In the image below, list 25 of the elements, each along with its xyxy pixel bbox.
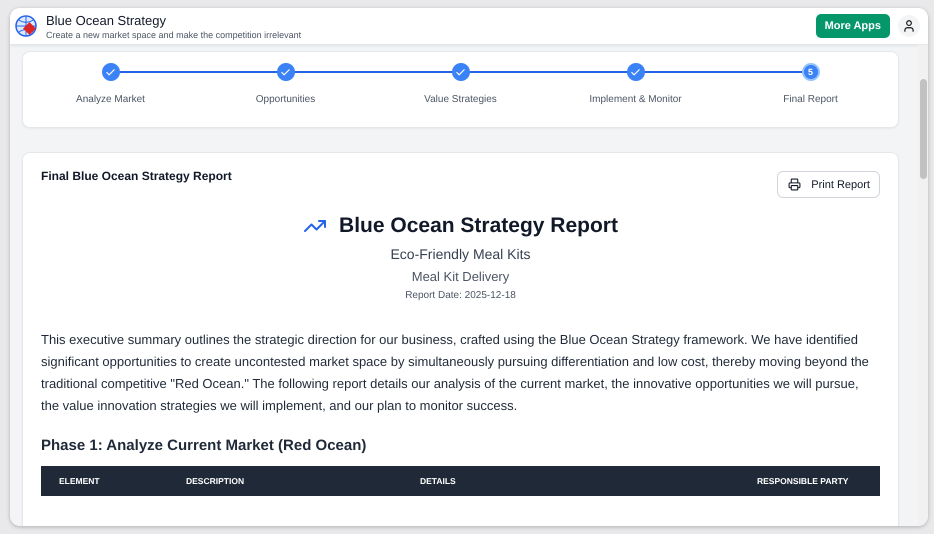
app-subtitle: Create a new market space and make the competition irrelevant <box>46 30 302 40</box>
report-title: Blue Ocean Strategy Report <box>339 214 618 238</box>
print-report-button[interactable]: Print Report <box>777 171 880 198</box>
step-label[interactable]: Analyze Market <box>76 94 145 105</box>
step-label[interactable]: Implement & Monitor <box>589 94 682 105</box>
app-title: Blue Ocean Strategy <box>46 12 167 28</box>
industry-name: Meal Kit Delivery <box>412 269 510 284</box>
column-heading: DETAILS <box>420 476 457 486</box>
column-heading: DESCRIPTION <box>186 476 246 486</box>
product-name: Eco-Friendly Meal Kits <box>390 246 531 262</box>
step-label[interactable]: Final Report <box>783 94 838 105</box>
step-label[interactable]: Opportunities <box>256 94 316 105</box>
column-heading: RESPONSIBLE PARTY <box>757 476 850 486</box>
step-number: 5 <box>802 63 820 81</box>
phase-heading: Phase 1: Analyze Current Market (Red Ocean) <box>41 437 368 454</box>
report-date: Report Date: 2025-12-18 <box>405 290 516 301</box>
more-apps-button[interactable]: More Apps <box>816 14 890 38</box>
card-title: Final Blue Ocean Strategy Report <box>41 169 232 183</box>
globe-logo-icon <box>14 14 38 38</box>
column-heading: ELEMENT <box>58 476 101 486</box>
scrollbar-thumb[interactable] <box>920 79 926 179</box>
user-icon[interactable] <box>898 15 920 37</box>
step-label[interactable]: Value Strategies <box>424 94 497 105</box>
printer-icon <box>788 178 802 191</box>
executive-summary: This executive summary outlines the strategic direction for our business, crafted using the Blue Ocean Strategy framework. We have identified significant opportunities to create uncontested market space by simultaneously pursuing differentiation and low cost, thereby moving beyond the traditional competitive "Red Ocean." The following report details our analysis of the current market, the innovative opportunities we will pursue, the value innovation strategies we will implement, and our plan to monitor success. <box>41 331 870 415</box>
